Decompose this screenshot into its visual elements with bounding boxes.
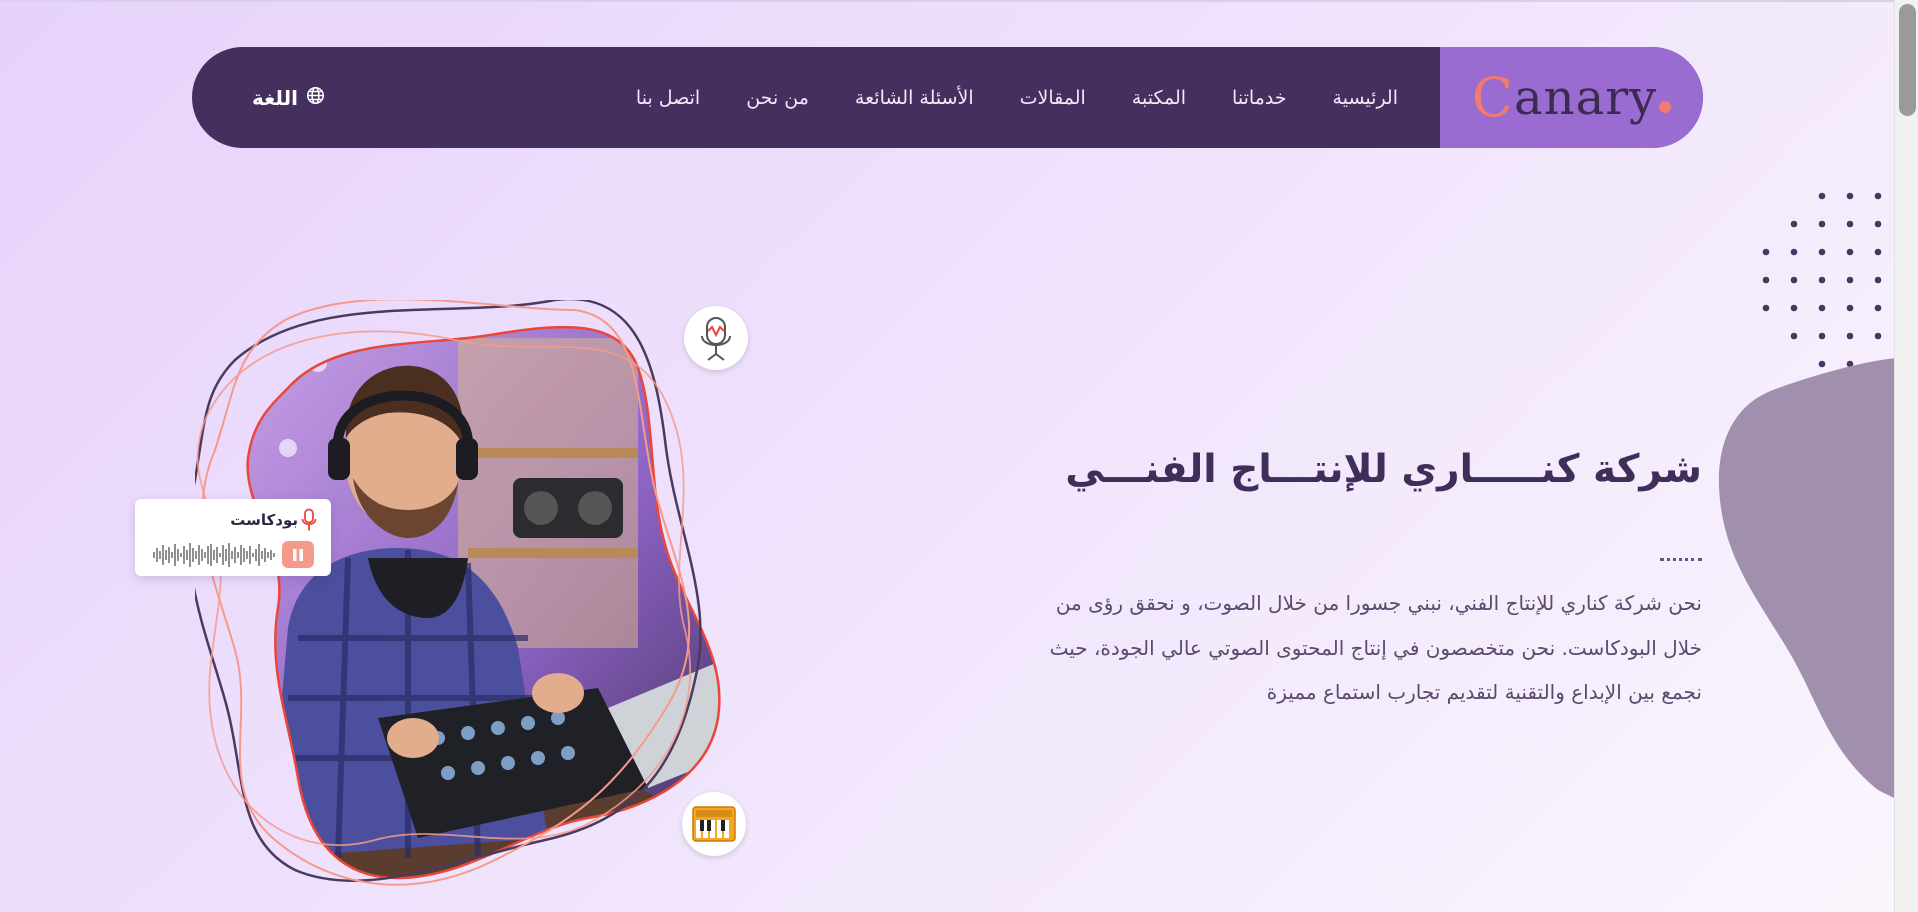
- hero-title: شركة كنـــــاري للإنتـــاج الفنـــي: [1065, 447, 1702, 492]
- globe-icon: [306, 86, 325, 110]
- audio-waveform: [153, 543, 275, 567]
- nav-item-library[interactable]: المكتبة: [1132, 87, 1186, 109]
- microphone-icon: [701, 317, 731, 361]
- nav-item-contact[interactable]: اتصل بنا: [636, 87, 700, 109]
- top-border: [0, 0, 1918, 2]
- logo-dot: [1659, 100, 1672, 113]
- logo: C anary: [1472, 66, 1672, 129]
- pause-button[interactable]: [282, 541, 314, 568]
- dots-pattern: [1762, 192, 1882, 368]
- logo-initial: C: [1471, 66, 1515, 129]
- pause-icon: [293, 548, 303, 561]
- nav-item-about[interactable]: من نحن: [746, 87, 809, 109]
- keyboard-badge: [682, 792, 746, 856]
- podcast-label: بودكاست: [230, 511, 298, 529]
- language-button[interactable]: اللغة: [252, 47, 325, 148]
- keyboard-icon: [692, 806, 736, 842]
- decorative-blob: [1718, 358, 1898, 800]
- nav-item-home[interactable]: الرئيسية: [1333, 87, 1398, 109]
- scrollbar[interactable]: [1894, 0, 1918, 912]
- logo-link[interactable]: C anary: [1440, 47, 1703, 148]
- podcast-card: بودكاست: [135, 499, 331, 576]
- hero-media: [187, 297, 855, 900]
- microphone-icon: [301, 508, 317, 536]
- microphone-badge: [684, 306, 748, 370]
- nav-menu: الرئيسية خدماتنا المكتبة المقالات الأسئل…: [636, 47, 1398, 148]
- hero-image: [187, 297, 721, 886]
- navbar: C anary الرئيسية خدماتنا المكتبة المقالا…: [192, 47, 1703, 148]
- hero-description: نحن شركة كناري للإنتاج الفني، نبني جسورا…: [1049, 591, 1702, 704]
- nav-item-articles[interactable]: المقالات: [1020, 87, 1086, 109]
- language-label: اللغة: [252, 85, 298, 110]
- title-divider: [1660, 558, 1702, 561]
- scrollbar-thumb[interactable]: [1899, 4, 1916, 116]
- logo-wordmark: anary: [1514, 69, 1658, 126]
- nav-item-faq[interactable]: الأسئلة الشائعة: [855, 87, 974, 109]
- nav-item-services[interactable]: خدماتنا: [1232, 87, 1287, 109]
